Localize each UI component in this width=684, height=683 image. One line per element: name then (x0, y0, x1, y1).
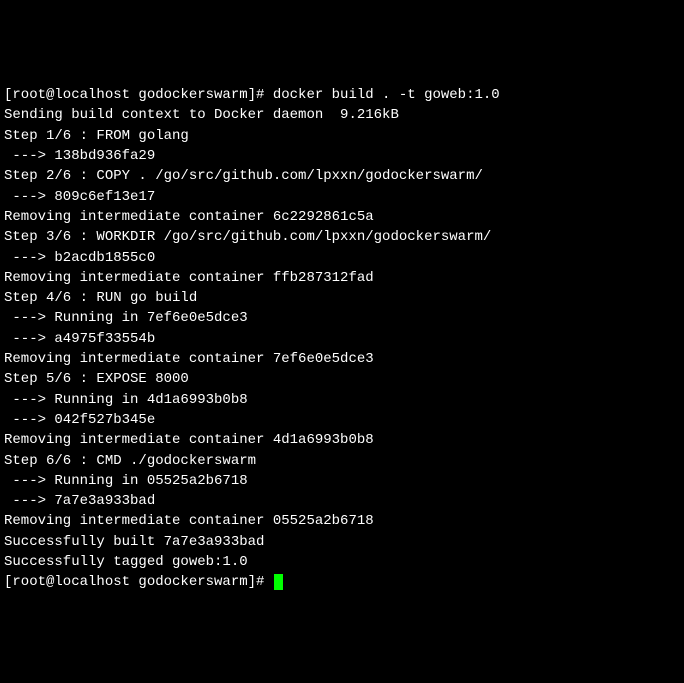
output-line: Removing intermediate container 4d1a6993… (4, 430, 680, 450)
output-line: Removing intermediate container 05525a2b… (4, 511, 680, 531)
output-line: Removing intermediate container 7ef6e0e5… (4, 349, 680, 369)
output-line: ---> 138bd936fa29 (4, 146, 680, 166)
output-line: Successfully built 7a7e3a933bad (4, 532, 680, 552)
cursor (274, 574, 283, 590)
output-line: ---> Running in 05525a2b6718 (4, 471, 680, 491)
output-line: Sending build context to Docker daemon 9… (4, 105, 680, 125)
prompt-prefix: [root@localhost godockerswarm]# (4, 574, 273, 590)
output-line: ---> a4975f33554b (4, 329, 680, 349)
output-line: Step 4/6 : RUN go build (4, 288, 680, 308)
prompt-prefix: [root@localhost godockerswarm]# (4, 87, 273, 103)
output-line: Step 6/6 : CMD ./godockerswarm (4, 451, 680, 471)
output-line: Removing intermediate container 6c229286… (4, 207, 680, 227)
output-line: ---> 809c6ef13e17 (4, 187, 680, 207)
output-line: Step 2/6 : COPY . /go/src/github.com/lpx… (4, 166, 680, 186)
output-line: Step 5/6 : EXPOSE 8000 (4, 369, 680, 389)
output-line: Step 1/6 : FROM golang (4, 126, 680, 146)
output-line: ---> 042f527b345e (4, 410, 680, 430)
output-line: Step 3/6 : WORKDIR /go/src/github.com/lp… (4, 227, 680, 247)
terminal[interactable]: [root@localhost godockerswarm]# docker b… (4, 85, 680, 581)
output-line: ---> b2acdb1855c0 (4, 248, 680, 268)
prompt-line-2: [root@localhost godockerswarm]# (4, 572, 680, 592)
output-line: Removing intermediate container ffb28731… (4, 268, 680, 288)
prompt-command: docker build . -t goweb:1.0 (273, 87, 500, 103)
output-line: ---> Running in 4d1a6993b0b8 (4, 390, 680, 410)
prompt-line-1: [root@localhost godockerswarm]# docker b… (4, 85, 680, 105)
output-line: ---> 7a7e3a933bad (4, 491, 680, 511)
output-line: ---> Running in 7ef6e0e5dce3 (4, 308, 680, 328)
output-line: Successfully tagged goweb:1.0 (4, 552, 680, 572)
